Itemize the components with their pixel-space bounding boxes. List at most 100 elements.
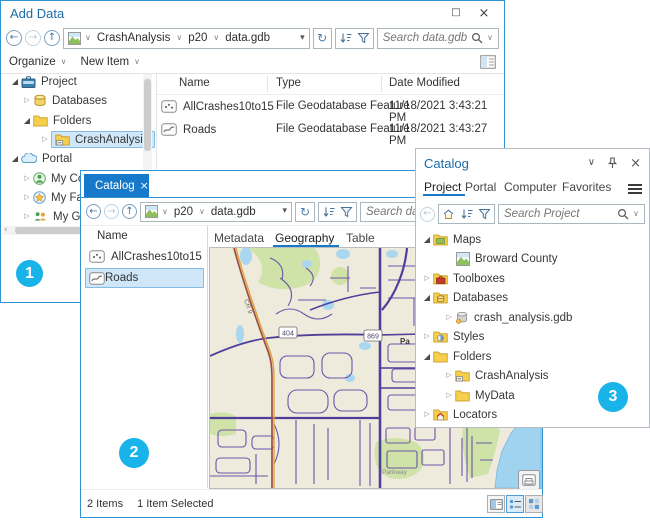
list-item-roads-selected[interactable]: Roads: [85, 268, 204, 288]
up-button[interactable]: ↑: [44, 30, 60, 46]
back-button[interactable]: ←: [6, 30, 22, 46]
search-input[interactable]: Search data.gdb ∨: [377, 28, 499, 49]
expander-collapsed-icon[interactable]: ▷: [443, 392, 455, 399]
list-view-button[interactable]: [506, 495, 524, 513]
tree-item-toolboxes[interactable]: ▷ Toolboxes: [421, 269, 505, 288]
pin-icon[interactable]: [607, 157, 618, 169]
back-button[interactable]: ←: [86, 204, 101, 219]
filter-icon[interactable]: [340, 206, 353, 218]
expander-collapsed-icon[interactable]: ▷: [21, 194, 33, 201]
column-header-name[interactable]: Name: [179, 77, 210, 89]
selected-tree-item[interactable]: CrashAnalysis: [51, 131, 155, 148]
up-button[interactable]: ↑: [122, 204, 137, 219]
tree-item-databases[interactable]: ◢ Databases: [421, 288, 508, 307]
tab-favorites[interactable]: Favorites: [562, 180, 611, 194]
sort-icon[interactable]: [322, 206, 335, 218]
breadcrumb-p20[interactable]: p20: [186, 32, 209, 44]
column-header-type[interactable]: Type: [276, 77, 301, 89]
sort-icon[interactable]: [460, 208, 473, 220]
expander-collapsed-icon[interactable]: ▷: [421, 333, 433, 340]
navigation-pane-toggle-icon[interactable]: [480, 55, 496, 69]
breadcrumb-p20[interactable]: p20: [172, 206, 195, 218]
project-home-icon[interactable]: [442, 208, 455, 220]
expander-expanded-icon[interactable]: ◢: [421, 236, 433, 244]
tree-item-crash-analysis-gdb[interactable]: ▷ crash_analysis.gdb: [443, 308, 572, 327]
expander-expanded-icon[interactable]: ◢: [9, 78, 21, 86]
file-row-allcrashes[interactable]: AllCrashes10to15: [161, 97, 274, 116]
tree-item-styles[interactable]: ▷ Styles: [421, 327, 484, 346]
expander-expanded-icon[interactable]: ◢: [421, 353, 433, 361]
column-header-modified[interactable]: Date Modified: [389, 77, 460, 89]
expander-collapsed-icon[interactable]: ▷: [21, 97, 33, 104]
tab-portal[interactable]: Portal: [465, 180, 496, 194]
filter-icon[interactable]: [357, 32, 370, 44]
expander-collapsed-icon[interactable]: ▷: [421, 411, 433, 418]
tree-item-maps[interactable]: ◢ Maps: [421, 230, 481, 249]
expander-collapsed-icon[interactable]: ▷: [21, 213, 33, 220]
breadcrumb-crashanalysis[interactable]: CrashAnalysis: [95, 32, 173, 44]
expander-expanded-icon[interactable]: ◢: [21, 117, 33, 125]
search-input[interactable]: Search Project ∨: [498, 204, 645, 224]
location-combo[interactable]: ∨ CrashAnalysis ∨ p20 ∨ data.gdb ▾: [63, 28, 310, 49]
close-tab-icon[interactable]: ×: [140, 180, 149, 191]
expander-collapsed-icon[interactable]: ▷: [39, 136, 51, 143]
tab-table[interactable]: Table: [346, 231, 375, 245]
tree-item-broward-county[interactable]: Broward County: [456, 249, 557, 268]
details-view-button[interactable]: [487, 495, 505, 513]
organize-menu[interactable]: Organize∨: [9, 56, 67, 68]
expander-expanded-icon[interactable]: ◢: [9, 155, 21, 163]
dropdown-arrow-icon[interactable]: ▾: [282, 207, 287, 216]
expander-collapsed-icon[interactable]: ▷: [421, 275, 433, 282]
close-button[interactable]: ×: [470, 4, 498, 23]
maximize-button[interactable]: □: [442, 4, 470, 23]
search-icon[interactable]: [617, 208, 629, 220]
chevron-down-icon[interactable]: ∨: [176, 34, 182, 42]
tree-item-locators[interactable]: ▷ Locators: [421, 405, 497, 424]
tree-item-crashanalysis[interactable]: ▷ CrashAnalysis: [39, 130, 155, 149]
tab-project[interactable]: Project: [424, 180, 461, 194]
catalog-view-tab[interactable]: Catalog ×: [84, 174, 149, 197]
expander-expanded-icon[interactable]: ◢: [421, 294, 433, 302]
expander-collapsed-icon[interactable]: ▷: [21, 175, 33, 182]
chevron-down-icon[interactable]: ∨: [85, 34, 91, 42]
forward-button[interactable]: →: [25, 30, 41, 46]
breadcrumb-datagdb[interactable]: data.gdb: [209, 206, 258, 218]
tree-item-mydata[interactable]: ▷ MyData: [443, 386, 515, 405]
tree-item-crashanalysis-folder[interactable]: ▷ CrashAnalysis: [443, 366, 549, 385]
close-pane-icon[interactable]: ×: [630, 157, 641, 170]
forward-button[interactable]: →: [104, 204, 119, 219]
back-button[interactable]: ←: [420, 207, 435, 222]
refresh-button[interactable]: ↻: [295, 202, 315, 222]
chevron-down-icon[interactable]: ∨: [633, 210, 639, 218]
scroll-left-icon[interactable]: ‹: [4, 226, 8, 235]
breadcrumb-datagdb[interactable]: data.gdb: [223, 32, 272, 44]
chevron-down-icon[interactable]: ∨: [213, 34, 219, 42]
tab-geography[interactable]: Geography: [275, 231, 334, 245]
chevron-down-icon[interactable]: ∨: [162, 208, 168, 216]
location-combo[interactable]: ∨ p20 ∨ data.gdb ▾: [140, 202, 292, 222]
pane-menu-chevron-icon[interactable]: ∨: [588, 158, 595, 168]
file-row-roads[interactable]: Roads: [161, 120, 216, 139]
tab-metadata[interactable]: Metadata: [214, 231, 264, 245]
tree-item-folders[interactable]: ◢ Folders: [21, 111, 91, 130]
chevron-down-icon[interactable]: ∨: [199, 208, 205, 216]
refresh-button[interactable]: ↻: [313, 28, 332, 49]
expander-collapsed-icon[interactable]: ▷: [443, 372, 455, 379]
tab-computer[interactable]: Computer: [504, 180, 557, 194]
menu-hamburger-icon[interactable]: [628, 182, 642, 196]
list-header-name[interactable]: Name: [97, 230, 128, 242]
tree-item-project[interactable]: ◢ Project: [9, 72, 77, 91]
sort-icon[interactable]: [339, 32, 352, 44]
filter-icon[interactable]: [478, 208, 491, 220]
expander-collapsed-icon[interactable]: ▷: [443, 314, 455, 321]
overview-button[interactable]: [518, 470, 540, 490]
tree-item-databases[interactable]: ▷ Databases: [21, 91, 107, 110]
dropdown-arrow-icon[interactable]: ▾: [300, 34, 305, 43]
new-item-menu[interactable]: New Item∨: [81, 56, 140, 68]
tree-item-portal[interactable]: ◢ Portal: [9, 149, 72, 168]
chevron-down-icon[interactable]: ∨: [487, 34, 493, 42]
tree-item-folders[interactable]: ◢ Folders: [421, 347, 491, 366]
thumbnail-view-button[interactable]: [525, 495, 543, 513]
search-icon[interactable]: [471, 32, 483, 44]
list-item-allcrashes[interactable]: AllCrashes10to15: [89, 247, 202, 266]
